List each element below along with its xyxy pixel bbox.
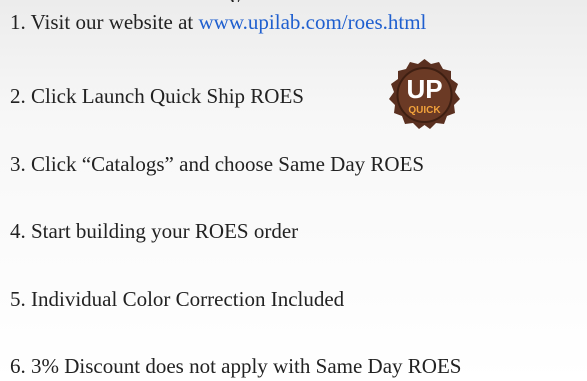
step-4-number: 4.: [10, 219, 26, 243]
website-link[interactable]: www.upilab.com/roes.html: [199, 10, 427, 34]
step-5-number: 5.: [10, 287, 26, 311]
up-quick-badge-icon: UP QUICK: [389, 59, 460, 129]
step-5-text: Individual Color Correction Included: [31, 287, 345, 311]
step-4: 4. Start building your ROES order: [10, 219, 298, 243]
step-1: 1. Visit our website at www.upilab.com/r…: [10, 10, 426, 34]
step-1-number: 1.: [10, 10, 26, 34]
step-4-text: Start building your ROES order: [31, 219, 299, 243]
badge-up-text: UP: [406, 74, 442, 104]
clipped-header-text: y: [230, 0, 241, 2]
step-5: 5. Individual Color Correction Included: [10, 287, 344, 311]
badge-quick-text: QUICK: [408, 105, 441, 116]
step-6-text: 3% Discount does not apply with Same Day…: [31, 354, 462, 378]
step-6: 6. 3% Discount does not apply with Same …: [10, 354, 461, 378]
step-3-number: 3.: [10, 152, 26, 176]
step-1-text: Visit our website at: [30, 10, 194, 34]
clipped-header: y: [0, 0, 587, 2]
step-3-text: Click “Catalogs” and choose Same Day ROE…: [31, 152, 425, 176]
step-2-number: 2.: [10, 84, 26, 108]
step-3: 3. Click “Catalogs” and choose Same Day …: [10, 152, 424, 176]
step-2: 2. Click Launch Quick Ship ROES: [10, 84, 304, 108]
step-2-text: Click Launch Quick Ship ROES: [31, 84, 304, 108]
step-6-number: 6.: [10, 354, 26, 378]
